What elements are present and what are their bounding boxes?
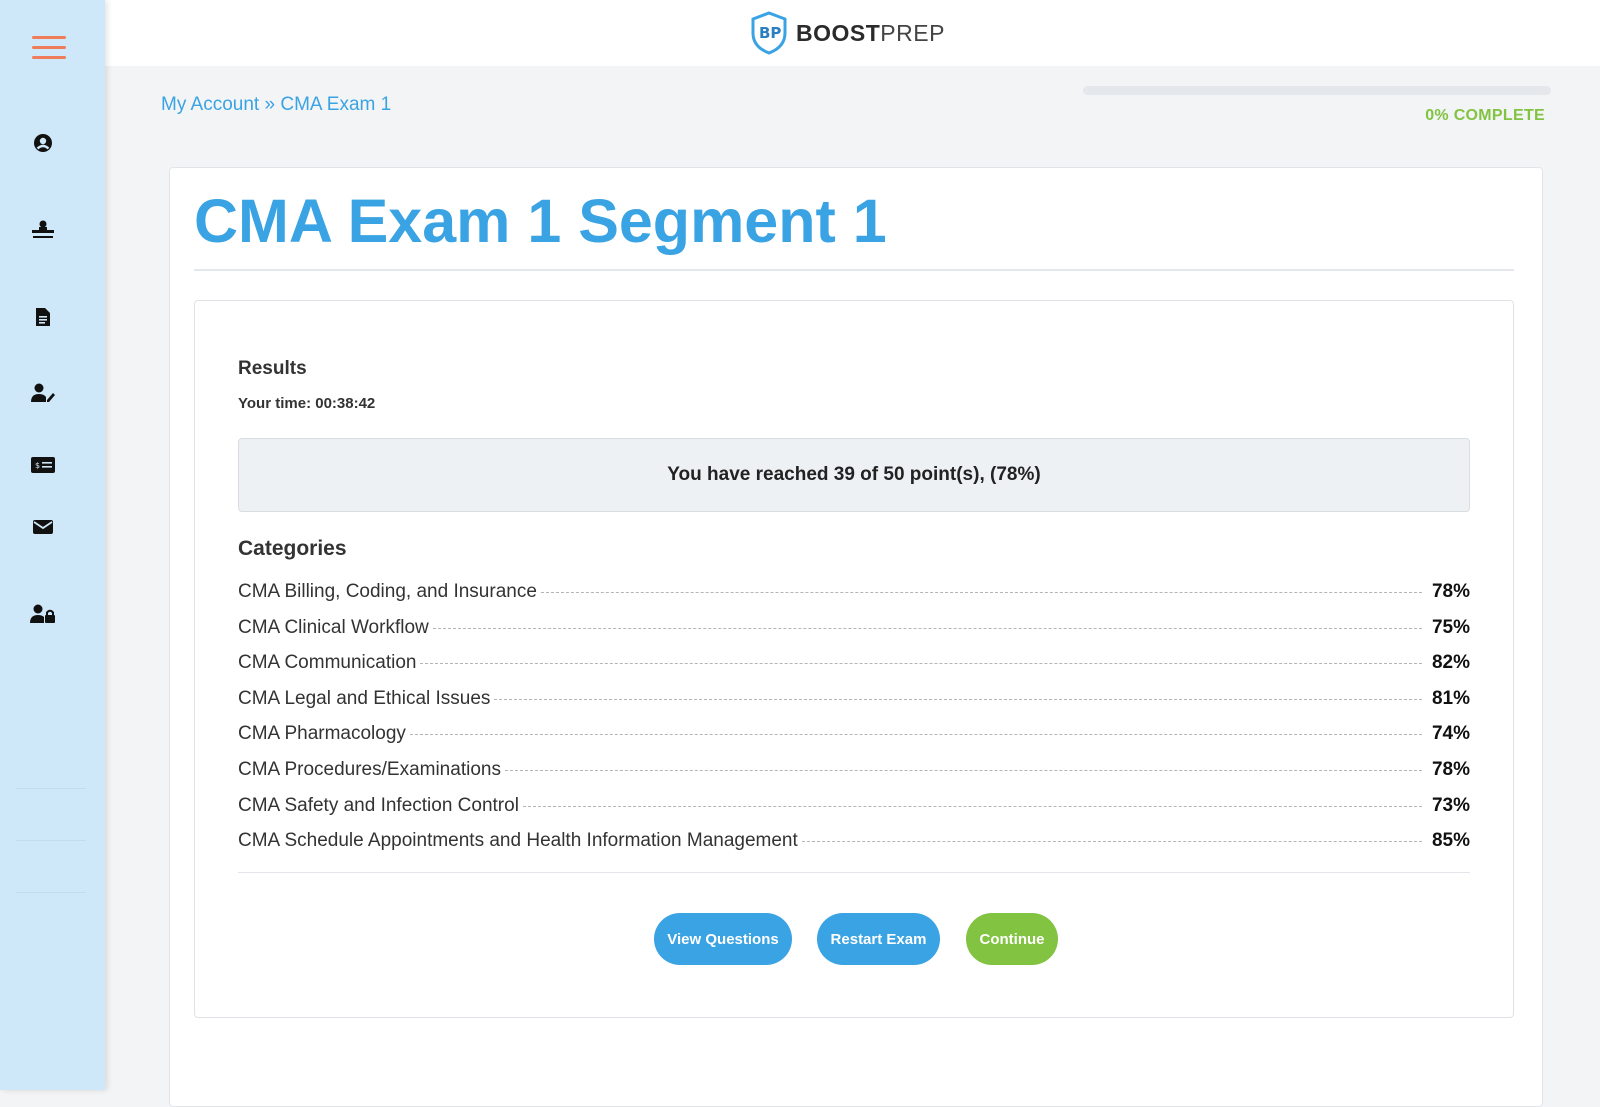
category-score: 75% <box>1431 616 1470 638</box>
categories-heading: Categories <box>238 537 347 560</box>
category-row: CMA Clinical Workflow 75% <box>238 617 1470 653</box>
dotted-leader <box>504 769 1422 771</box>
progress-bar <box>1083 86 1551 95</box>
category-name: CMA Clinical Workflow <box>238 616 429 638</box>
svg-text:$: $ <box>35 461 40 470</box>
view-questions-button[interactable]: View Questions <box>654 913 792 965</box>
categories-list: CMA Billing, Coding, and Insurance 78% CM… <box>238 581 1470 866</box>
results-panel: Results Your time: 00:38:42 You have rea… <box>194 300 1514 1018</box>
course-icon[interactable] <box>30 217 56 243</box>
category-row: CMA Communication 82% <box>238 652 1470 688</box>
user-edit-icon[interactable] <box>30 380 56 406</box>
category-score: 81% <box>1431 687 1470 709</box>
category-row: CMA Safety and Infection Control 73% <box>238 795 1470 831</box>
menu-icon[interactable] <box>32 34 66 62</box>
time-label: Your time: 00:38:42 <box>238 395 376 412</box>
exam-card: CMA Exam 1 Segment 1 Results Your time: … <box>169 167 1543 1107</box>
breadcrumb-cma-exam[interactable]: CMA Exam 1 <box>280 94 391 115</box>
category-name: CMA Billing, Coding, and Insurance <box>238 581 537 602</box>
document-icon[interactable] <box>30 304 56 330</box>
user-lock-icon[interactable] <box>30 601 56 627</box>
dotted-leader <box>420 663 1422 665</box>
category-name: CMA Procedures/Examinations <box>238 758 501 780</box>
category-score: 82% <box>1431 652 1470 674</box>
sidebar-divider <box>16 788 86 789</box>
sidebar-divider <box>16 892 86 893</box>
category-name: CMA Safety and Infection Control <box>238 794 519 816</box>
results-heading: Results <box>238 358 307 379</box>
sidebar-divider <box>16 840 86 841</box>
category-score: 78% <box>1431 758 1470 780</box>
category-row: CMA Schedule Appointments and Health Inf… <box>238 830 1470 866</box>
continue-button[interactable]: Continue <box>966 913 1058 965</box>
breadcrumb-separator: » <box>264 94 276 115</box>
logo-text: BOOSTPREP <box>796 19 945 46</box>
billing-icon[interactable]: $ <box>30 452 56 478</box>
category-name: CMA Communication <box>238 652 417 674</box>
breadcrumb: My Account » CMA Exam 1 <box>161 94 391 116</box>
svg-text:BP: BP <box>759 24 781 42</box>
category-score: 73% <box>1431 794 1470 816</box>
category-name: CMA Legal and Ethical Issues <box>238 687 491 709</box>
category-row: CMA Legal and Ethical Issues 81% <box>238 688 1470 724</box>
dotted-leader <box>409 734 1422 736</box>
page-title: CMA Exam 1 Segment 1 <box>194 187 887 255</box>
category-row: CMA Billing, Coding, and Insurance 78% <box>238 581 1470 617</box>
category-score: 85% <box>1431 830 1470 852</box>
dotted-leader <box>522 805 1422 807</box>
restart-exam-button[interactable]: Restart Exam <box>817 913 940 965</box>
category-row: CMA Procedures/Examinations 78% <box>238 759 1470 795</box>
account-icon[interactable] <box>30 130 56 156</box>
top-bar: BP BOOSTPREP <box>105 0 1600 66</box>
categories-divider <box>238 872 1470 873</box>
title-divider <box>194 269 1514 271</box>
logo[interactable]: BP BOOSTPREP <box>750 10 945 56</box>
sidebar: $ <box>0 0 105 1090</box>
category-name: CMA Schedule Appointments and Health Inf… <box>238 830 798 852</box>
category-name: CMA Pharmacology <box>238 723 406 745</box>
mail-icon[interactable] <box>30 514 56 540</box>
dotted-leader <box>801 841 1422 843</box>
progress-label: 0% COMPLETE <box>1425 107 1545 124</box>
breadcrumb-my-account[interactable]: My Account <box>161 94 259 115</box>
logo-shield-icon: BP <box>751 11 787 55</box>
dotted-leader <box>432 627 1422 629</box>
score-text: You have reached 39 of 50 point(s), (78%… <box>667 464 1041 485</box>
dotted-leader <box>540 592 1422 593</box>
dotted-leader <box>494 698 1422 700</box>
category-score: 74% <box>1431 723 1470 745</box>
category-score: 78% <box>1431 581 1470 602</box>
category-row: CMA Pharmacology 74% <box>238 723 1470 759</box>
score-summary: You have reached 39 of 50 point(s), (78%… <box>238 438 1470 512</box>
